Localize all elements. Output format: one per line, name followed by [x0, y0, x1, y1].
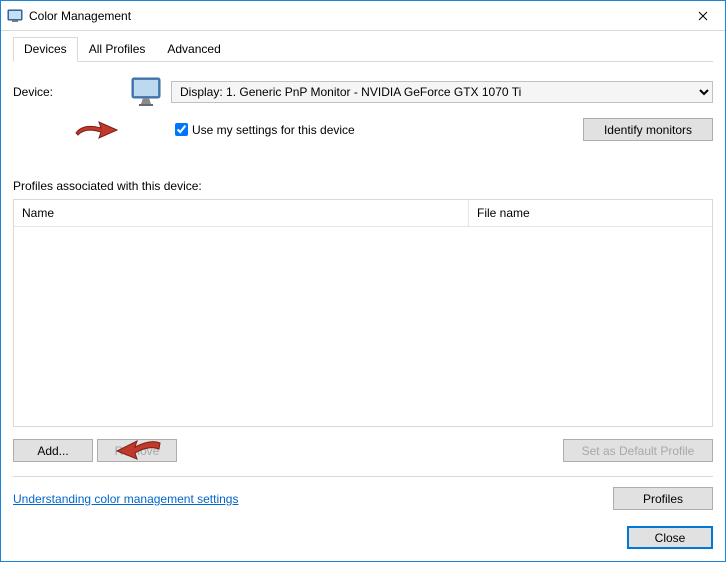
use-my-settings-label: Use my settings for this device	[192, 123, 355, 137]
device-select[interactable]: Display: 1. Generic PnP Monitor - NVIDIA…	[171, 81, 713, 103]
tabs: Devices All Profiles Advanced	[13, 37, 713, 62]
column-name[interactable]: Name	[14, 200, 469, 226]
close-button[interactable]: Close	[627, 526, 713, 549]
monitor-icon	[123, 76, 171, 108]
profiles-list-header: Name File name	[14, 200, 712, 227]
column-file[interactable]: File name	[469, 200, 712, 226]
profiles-list[interactable]: Name File name	[13, 199, 713, 427]
app-icon	[7, 8, 23, 24]
titlebar: Color Management	[1, 1, 725, 31]
set-default-button: Set as Default Profile	[563, 439, 713, 462]
tab-all-profiles[interactable]: All Profiles	[78, 37, 157, 62]
close-icon[interactable]	[680, 1, 725, 30]
window-title: Color Management	[29, 9, 680, 23]
use-my-settings-checkbox[interactable]: Use my settings for this device	[175, 123, 355, 137]
add-button[interactable]: Add...	[13, 439, 93, 462]
use-my-settings-input[interactable]	[175, 123, 188, 136]
profiles-section-label: Profiles associated with this device:	[13, 179, 713, 193]
tab-advanced[interactable]: Advanced	[156, 37, 231, 62]
device-label: Device:	[13, 85, 123, 99]
annotation-arrow-icon	[73, 119, 119, 141]
profiles-button[interactable]: Profiles	[613, 487, 713, 510]
identify-monitors-button[interactable]: Identify monitors	[583, 118, 713, 141]
tab-devices[interactable]: Devices	[13, 37, 78, 62]
separator	[13, 476, 713, 477]
help-link[interactable]: Understanding color management settings	[13, 492, 238, 506]
annotation-arrow-icon	[113, 437, 163, 463]
